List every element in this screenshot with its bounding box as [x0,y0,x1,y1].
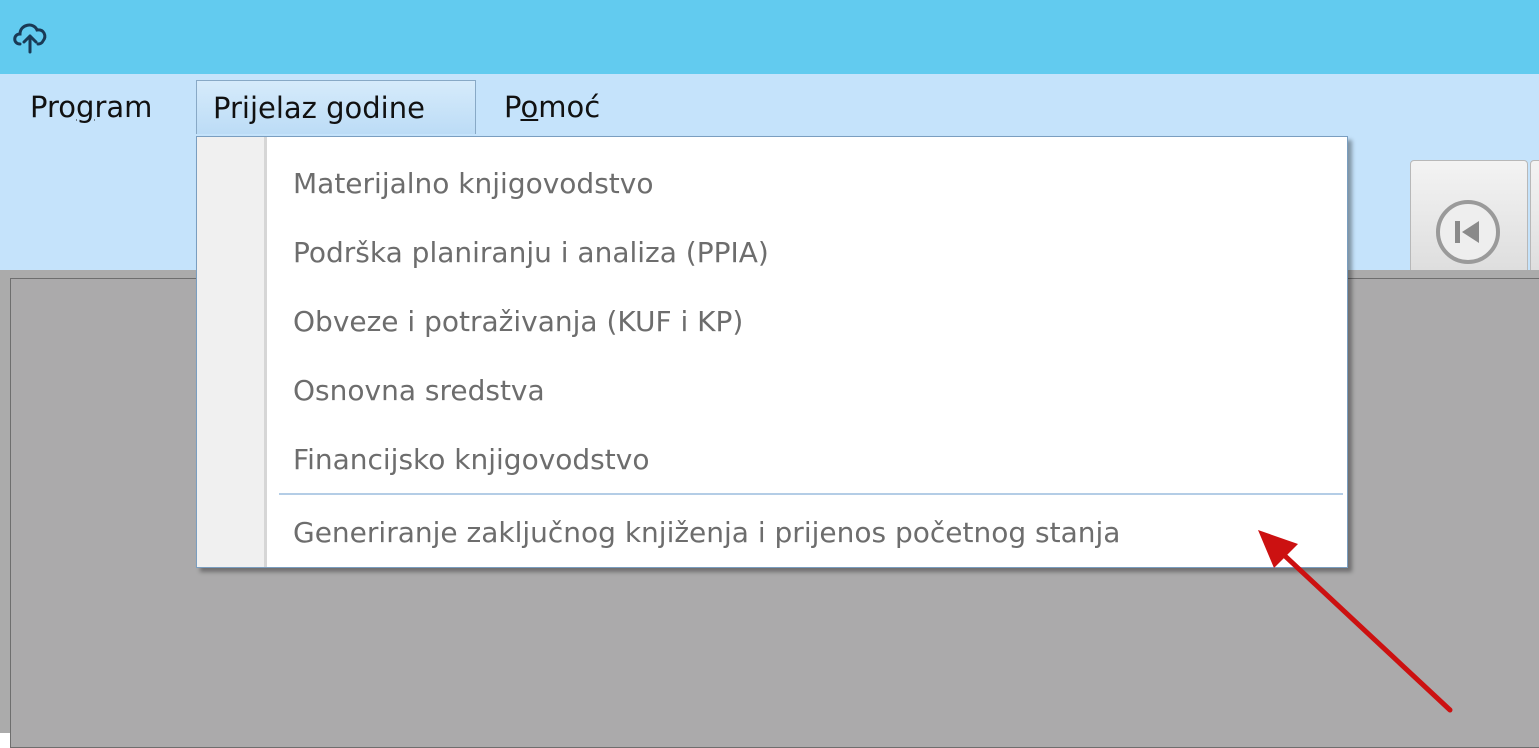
prijelaz-godine-dropdown: Materijalno knjigovodstvo Podrška planir… [196,136,1348,568]
menu-item-ppia[interactable]: Podrška planiranju i analiza (PPIA) [293,230,769,276]
menu-item-osnovna-sredstva[interactable]: Osnovna sredstva [293,368,545,414]
next-toolbar-button[interactable] [1530,160,1539,282]
menu-prijelaz-godine[interactable]: Prijelaz godine [196,80,476,134]
skip-to-start-icon [1436,200,1500,264]
menu-item-kuf-kp[interactable]: Obveze i potraživanja (KUF i KP) [293,299,743,345]
cloud-upload-icon[interactable] [10,16,50,56]
dropdown-icon-gutter [197,137,267,567]
menu-item-materijalno-knjigovodstvo[interactable]: Materijalno knjigovodstvo [293,161,653,207]
title-bar [0,0,1539,74]
annotation-arrow [1258,530,1453,713]
menu-item-generiranje-zakljucnog[interactable]: Generiranje zaključnog knjiženja i prije… [293,510,1120,556]
menu-separator [279,493,1343,495]
first-record-button[interactable] [1410,160,1528,282]
menu-item-financijsko-knjigovodstvo[interactable]: Financijsko knjigovodstvo [293,437,649,483]
menu-pomoc[interactable]: Pomoć [488,80,616,134]
menu-program[interactable]: Program [14,80,168,134]
